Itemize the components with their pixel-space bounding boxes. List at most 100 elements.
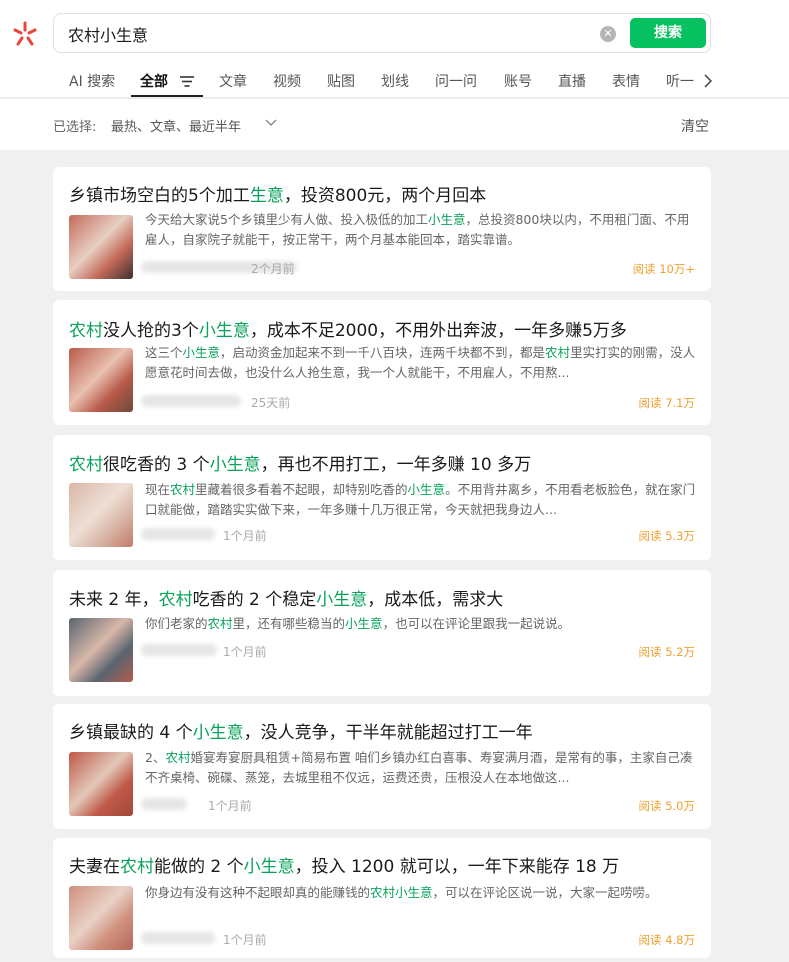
tab-articles[interactable]: 文章: [219, 71, 247, 91]
result-thumbnail[interactable]: [69, 618, 133, 682]
highlighted-keyword: 小生意: [209, 455, 261, 475]
text-segment: 这三个: [145, 345, 183, 360]
result-card[interactable]: 农村没人抢的3个小生意，成本不足2000，不用外出奔波，一年多赚5万多 这三个小生…: [53, 300, 711, 425]
result-thumbnail[interactable]: [69, 483, 133, 547]
highlighted-keyword: 小生意: [243, 857, 295, 877]
result-summary: 现在农村里藏着很多看着不起眼，却特别吃香的小生意。不用背井离乡，不用看老板脸色，…: [145, 480, 699, 520]
result-card[interactable]: 乡镇最缺的 4 个小生意，没人竞争，干半年就能超过打工一年 2、农村婚宴寿宴厨具租…: [53, 704, 711, 829]
text-segment: 很吃香的 3 个: [103, 455, 210, 475]
wechat-search-logo-icon[interactable]: [11, 20, 39, 48]
read-count: 阅读 5.2万: [638, 645, 695, 659]
result-title[interactable]: 未来 2 年，农村吃香的 2 个稳定小生意，成本低，需求大: [69, 585, 503, 610]
highlighted-keyword: 农村: [120, 857, 154, 877]
author-name-blurred: [141, 798, 187, 810]
filter-label: 已选择:: [53, 120, 97, 135]
result-card[interactable]: 农村很吃香的 3 个小生意，再也不用打工，一年多赚 10 多万 现在农村里藏着很多…: [53, 435, 711, 560]
text-segment: 未来 2 年，: [69, 590, 159, 610]
read-count: 阅读 4.8万: [638, 933, 695, 947]
tab-bar: AI 搜索 全部 文章 视频 贴图 划线 问一问 账号 直播 表情 听一: [0, 64, 789, 98]
tab-posts[interactable]: 贴图: [327, 71, 355, 91]
clear-icon[interactable]: ✕: [600, 26, 616, 42]
highlighted-keyword: 农村: [170, 482, 196, 497]
tab-live[interactable]: 直播: [558, 71, 586, 91]
tab-stickers[interactable]: 表情: [612, 71, 640, 91]
result-title[interactable]: 乡镇最缺的 4 个小生意，没人竞争，干半年就能超过打工一年: [69, 718, 533, 743]
text-segment: ，投资800元，两个月回本: [283, 186, 487, 206]
author-name-blurred: [141, 932, 215, 944]
highlighted-keyword: 小生意: [198, 321, 250, 341]
publish-time: 25天前: [251, 396, 291, 410]
publish-time: 1个月前: [208, 799, 252, 813]
result-card[interactable]: 未来 2 年，农村吃香的 2 个稳定小生意，成本低，需求大你们老家的农村里，还有…: [53, 570, 711, 696]
result-title[interactable]: 农村很吃香的 3 个小生意，再也不用打工，一年多赚 10 多万: [69, 450, 531, 475]
result-summary: 这三个小生意，启动资金加起来不到一千八百块，连两千块都不到，都是农村里实打实的刚…: [145, 343, 699, 383]
read-count: 阅读 5.0万: [638, 799, 695, 813]
result-thumbnail[interactable]: [69, 348, 133, 412]
text-segment: 没人抢的3个: [103, 321, 199, 341]
selected-filters[interactable]: 最热、文章、最近半年: [111, 116, 241, 135]
tab-highlights[interactable]: 划线: [381, 71, 409, 91]
chevron-right-icon[interactable]: [703, 74, 713, 88]
highlighted-keyword: 农村小生意: [370, 885, 433, 900]
top-bar: ✕ 搜索 AI 搜索 全部 文章 视频 贴图 划线 问一问 账号 直播 表情 听…: [0, 0, 789, 98]
highlighted-keyword: 小生意: [192, 723, 244, 743]
chevron-down-icon[interactable]: [265, 118, 277, 128]
text-segment: ，再也不用打工，一年多赚 10 多万: [260, 455, 532, 475]
highlighted-keyword: 农村: [545, 345, 571, 360]
filter-bar: 已选择: 最热、文章、最近半年 清空: [0, 99, 789, 150]
result-card[interactable]: 夫妻在农村能做的 2 个小生意，投入 1200 就可以，一年下来能存 18 万你…: [53, 838, 711, 958]
result-thumbnail[interactable]: [69, 752, 133, 816]
highlighted-keyword: 小生意: [345, 616, 383, 631]
result-summary: 今天给大家说5个乡镇里少有人做、投入极低的加工小生意，总投资800块以内，不用租…: [145, 210, 699, 250]
publish-time: 1个月前: [223, 529, 267, 543]
text-segment: 能做的 2 个: [154, 857, 244, 877]
highlighted-keyword: 小生意: [182, 345, 221, 360]
read-count: 阅读 5.3万: [638, 529, 695, 543]
text-segment: ，也可以在评论里跟我一起说说。: [382, 616, 571, 631]
tab-ask[interactable]: 问一问: [435, 71, 477, 91]
text-segment: ，可以在评论区说一说，大家一起唠唠。: [432, 885, 658, 900]
highlighted-keyword: 农村: [165, 750, 191, 765]
search-input[interactable]: [68, 22, 588, 46]
tab-all[interactable]: 全部: [140, 71, 168, 91]
result-title[interactable]: 乡镇市场空白的5个加工生意，投资800元，两个月回本: [69, 181, 486, 206]
search-button[interactable]: 搜索: [630, 18, 706, 48]
text-segment: ，没人竞争，干半年就能超过打工一年: [243, 723, 533, 743]
text-segment: 婚宴寿宴厨具租赁+简易布置 咱们乡镇办红白喜事、寿宴满月酒，是常有的事，主家自己…: [145, 750, 693, 785]
highlighted-keyword: 农村: [69, 321, 103, 341]
publish-time: 2个月前: [251, 262, 295, 276]
text-segment: 乡镇最缺的 4 个: [69, 723, 193, 743]
result-summary: 你们老家的农村里，还有哪些稳当的小生意，也可以在评论里跟我一起说说。: [145, 614, 699, 634]
clear-filters-button[interactable]: 清空: [681, 116, 709, 136]
result-title[interactable]: 夫妻在农村能做的 2 个小生意，投入 1200 就可以，一年下来能存 18 万: [69, 852, 619, 877]
highlighted-keyword: 小生意: [427, 212, 466, 227]
author-name-blurred: [141, 528, 215, 540]
author-name-blurred: [141, 395, 241, 407]
author-name-blurred: [141, 644, 217, 656]
result-card[interactable]: 乡镇市场空白的5个加工生意，投资800元，两个月回本今天给大家说5个乡镇里少有人…: [53, 167, 711, 291]
text-segment: ，成本不足2000，不用外出奔波，一年多赚5万多: [249, 321, 627, 341]
tab-videos[interactable]: 视频: [273, 71, 301, 91]
read-count: 阅读 10万+: [632, 262, 695, 276]
text-segment: 2、: [145, 750, 166, 765]
highlighted-keyword: 生意: [249, 186, 284, 206]
highlighted-keyword: 农村: [158, 590, 193, 610]
tab-ai-search[interactable]: AI 搜索: [69, 71, 115, 91]
highlighted-keyword: 小生意: [407, 482, 446, 497]
text-segment: ，投入 1200 就可以，一年下来能存 18 万: [294, 857, 620, 877]
tab-accounts[interactable]: 账号: [504, 71, 532, 91]
result-thumbnail[interactable]: [69, 215, 133, 279]
highlighted-keyword: 农村: [69, 455, 103, 475]
result-title[interactable]: 农村没人抢的3个小生意，成本不足2000，不用外出奔波，一年多赚5万多: [69, 316, 627, 341]
text-segment: ，启动资金加起来不到一千八百块，连两千块都不到，都是: [220, 345, 546, 360]
result-thumbnail[interactable]: [69, 886, 133, 950]
tab-listen[interactable]: 听一: [666, 71, 694, 91]
text-segment: 今天给大家说5个乡镇里少有人做、投入极低的加工: [145, 212, 428, 227]
text-segment: 你身边有没有这种不起眼却真的能赚钱的: [145, 885, 371, 900]
active-tab-indicator: [131, 95, 203, 97]
filter-icon[interactable]: [180, 76, 194, 87]
highlighted-keyword: 农村: [207, 616, 233, 631]
text-segment: 里藏着很多看着不起眼，却特别吃香的: [195, 482, 408, 497]
text-segment: 你们老家的: [145, 616, 208, 631]
highlighted-keyword: 小生意: [316, 590, 368, 610]
